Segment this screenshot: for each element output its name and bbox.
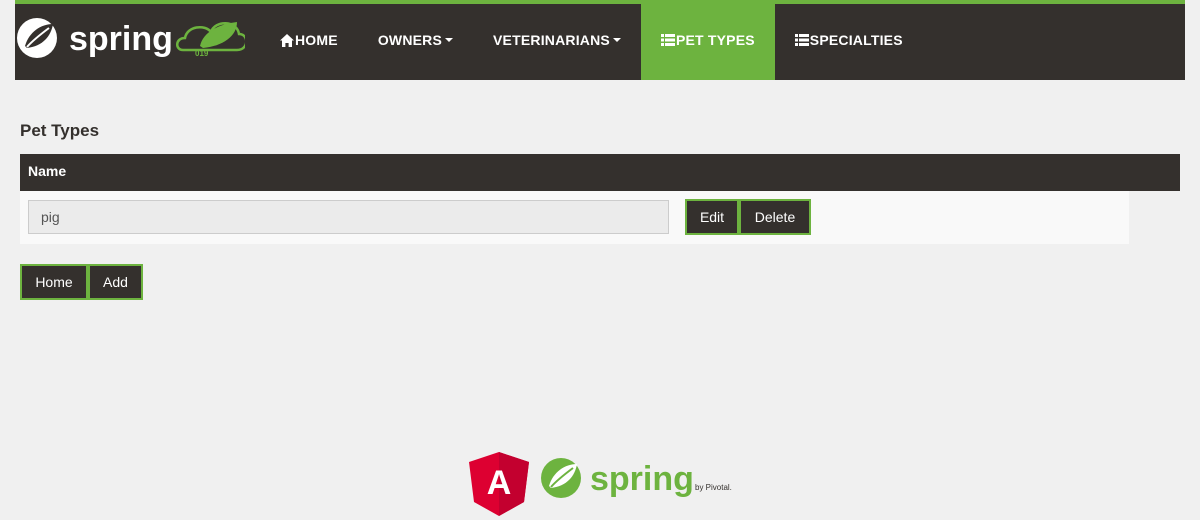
nav-pet-types-label: PET TYPES	[675, 32, 755, 48]
logo-badge: 019	[195, 49, 209, 58]
pet-type-name-field[interactable]	[28, 200, 669, 234]
nav-pet-types[interactable]: PET TYPES	[640, 0, 775, 80]
pet-types-table: Name Edit Delete	[20, 154, 1180, 244]
nav-home[interactable]: HOME	[260, 0, 358, 80]
nav-specialties-label: SPECIALTIES	[809, 32, 903, 48]
nav-owners[interactable]: OWNERS	[358, 0, 473, 80]
footer-logos: A spring by Pivotal.	[469, 448, 749, 516]
nav-home-label: HOME	[295, 32, 338, 48]
logo-wordmark: spring	[69, 20, 173, 58]
delete-button[interactable]: Delete	[739, 199, 811, 235]
spring-footer-logo-icon: spring by Pivotal.	[541, 458, 732, 498]
caret-down-icon	[612, 38, 621, 42]
top-navbar: spring 019 HOME OWNERS VETERINARIANS PET…	[15, 0, 1185, 80]
nav-veterinarians[interactable]: VETERINARIANS	[473, 0, 641, 80]
home-button[interactable]: Home	[20, 264, 88, 300]
list-icon	[660, 34, 675, 46]
nav-menu: HOME OWNERS VETERINARIANS PET TYPES SPEC…	[260, 0, 923, 80]
pivotal-text: by Pivotal.	[695, 483, 732, 492]
home-icon	[280, 33, 294, 47]
page-title: Pet Types	[20, 121, 100, 140]
nav-veterinarians-label: VETERINARIANS	[493, 32, 610, 48]
spring-logo[interactable]: spring 019	[15, 12, 245, 62]
spring-logo-icon: spring 019	[17, 18, 245, 58]
angular-logo-icon: A	[469, 452, 529, 516]
column-header-name: Name	[28, 163, 67, 179]
angular-letter: A	[487, 464, 512, 502]
table-row: Edit Delete	[20, 191, 1129, 244]
nav-specialties[interactable]: SPECIALTIES	[775, 0, 923, 80]
add-button[interactable]: Add	[88, 264, 143, 300]
nav-owners-label: OWNERS	[377, 32, 443, 48]
caret-down-icon	[445, 38, 454, 42]
list-icon	[794, 34, 809, 46]
table-header: Name	[20, 154, 1180, 191]
edit-button[interactable]: Edit	[685, 199, 739, 235]
spring-footer-wordmark: spring	[590, 460, 694, 498]
